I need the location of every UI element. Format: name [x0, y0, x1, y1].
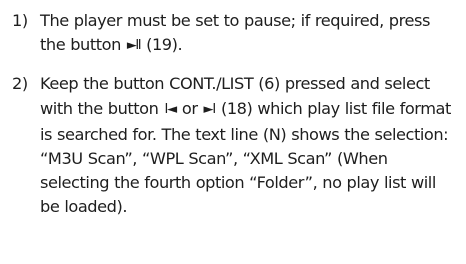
step-1: 1) The player must be set to pause; if re… — [12, 9, 458, 59]
skip-previous-icon: I◄ — [164, 101, 177, 117]
step-1-number: 1) — [12, 11, 28, 30]
play-pause-icon: ►II — [126, 38, 142, 54]
step-2-text-part-2: or — [176, 98, 203, 118]
step-1-text-part-2: (19). — [141, 35, 183, 55]
step-2-number: 2) — [12, 74, 28, 94]
instruction-steps: 1) The player must be set to pause; if re… — [12, 9, 458, 220]
manual-page: 1) The player must be set to pause; if re… — [0, 0, 466, 264]
skip-next-icon: ►I — [203, 101, 217, 117]
step-1-text-part-1: The player must be set to pause; if requ… — [40, 11, 430, 55]
step-2: 2) Keep the button CONT./LIST (6) pressed… — [12, 72, 458, 219]
